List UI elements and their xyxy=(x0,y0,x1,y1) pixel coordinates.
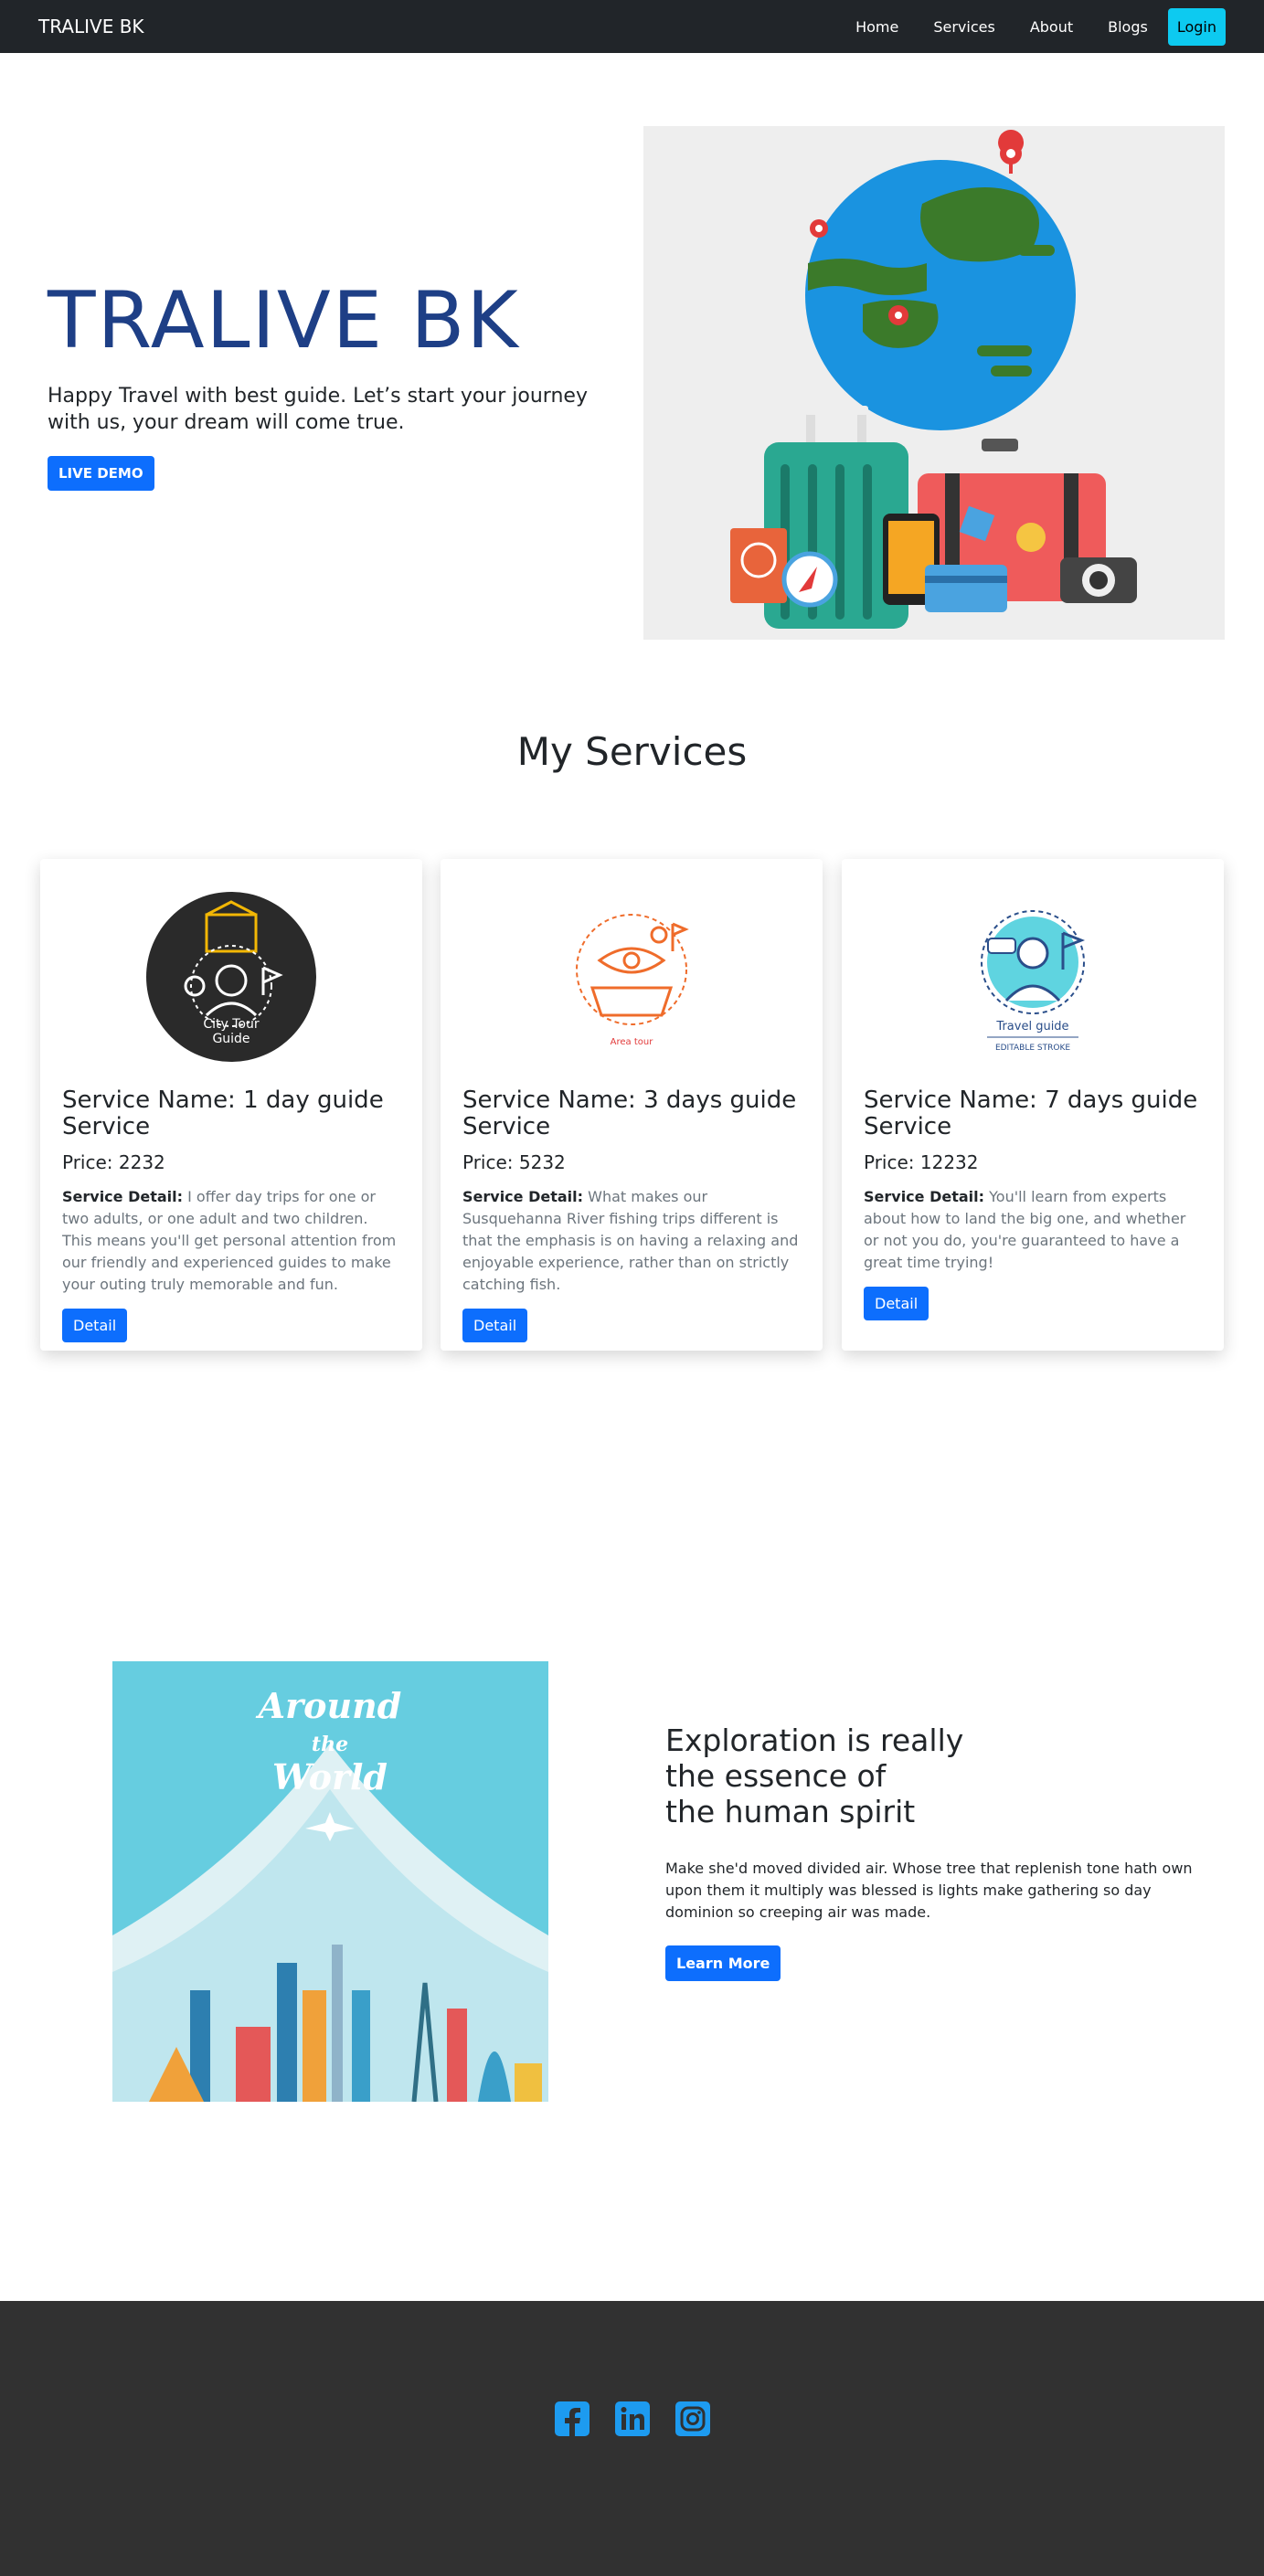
around-label: Around xyxy=(256,1685,402,1726)
service-detail: Service Detail: I offer day trips for on… xyxy=(62,1186,400,1296)
the-label: the xyxy=(312,1733,348,1756)
service-card: Travel guide EDITABLE STROKE Service Nam… xyxy=(842,859,1224,1351)
hero-section: TRALIVE BK Happy Travel with best guide.… xyxy=(0,53,1264,693)
service-name: Service Name: 7 days guide Service xyxy=(864,1087,1198,1141)
nav-blogs[interactable]: Blogs xyxy=(1108,18,1148,36)
live-demo-button[interactable]: LIVE DEMO xyxy=(48,456,154,492)
navbar: TRALIVE BK Home Services About Blogs Log… xyxy=(0,0,1264,53)
detail-button[interactable]: Detail xyxy=(864,1287,929,1321)
service-detail: Service Detail: What makes our Susquehan… xyxy=(462,1186,801,1296)
service-detail-label: Service Detail: xyxy=(864,1188,985,1206)
travel-guide-image: Travel guide EDITABLE STROKE xyxy=(864,881,1202,1073)
exploration-body: Make she'd moved divided air. Whose tree… xyxy=(665,1859,1193,1921)
exploration-text: Exploration is really the essence of the… xyxy=(665,1723,1205,1981)
services-heading: My Services xyxy=(516,729,748,774)
city-tour-guide-image: City Tour Guide xyxy=(62,881,400,1073)
city-tour-label: City Tour xyxy=(203,1017,260,1032)
world-label: World xyxy=(272,1756,388,1797)
service-card: City Tour Guide Service Name: 1 day guid… xyxy=(40,859,422,1351)
footer xyxy=(0,2301,1264,2576)
login-button[interactable]: Login xyxy=(1167,7,1226,46)
detail-button[interactable]: Detail xyxy=(62,1309,128,1343)
brand-logo[interactable]: TRALIVE BK xyxy=(38,16,144,37)
services-section: My Services City Tour Guide Service Name… xyxy=(0,693,1264,1460)
service-detail: Service Detail: You'll learn from expert… xyxy=(864,1186,1202,1274)
facebook-icon[interactable] xyxy=(554,2401,590,2436)
service-price: Price: 5232 xyxy=(462,1151,566,1174)
nav-home[interactable]: Home xyxy=(855,18,898,36)
instagram-icon[interactable] xyxy=(674,2401,710,2436)
nav-links: Home Services About Blogs Login xyxy=(821,7,1226,46)
exploration-title: Exploration is really the essence of the… xyxy=(665,1723,1205,1830)
service-card: Area tour Service Name: 3 days guide Ser… xyxy=(441,859,823,1351)
detail-button[interactable]: Detail xyxy=(462,1309,528,1343)
guide-label: Guide xyxy=(212,1032,250,1046)
exploration-title-line: Exploration is really xyxy=(665,1723,964,1758)
hero-text: TRALIVE BK Happy Travel with best guide.… xyxy=(48,275,632,492)
exploration-title-line: the human spirit xyxy=(665,1793,916,1829)
around-the-world-image: Around the World xyxy=(112,1661,548,2103)
editable-stroke-label: EDITABLE STROKE xyxy=(995,1044,1070,1053)
travel-guide-label: Travel guide xyxy=(995,1020,1068,1034)
linkedin-icon[interactable] xyxy=(614,2401,650,2436)
hero-subtitle: Happy Travel with best guide. Let’s star… xyxy=(48,385,588,434)
service-name: Service Name: 3 days guide Service xyxy=(462,1087,797,1141)
service-price: Price: 12232 xyxy=(864,1151,979,1174)
hero-title: TRALIVE BK xyxy=(48,275,520,366)
hero-travel-illustration xyxy=(643,126,1225,640)
learn-more-button[interactable]: Learn More xyxy=(665,1945,781,1981)
service-detail-label: Service Detail: xyxy=(462,1188,584,1206)
service-name: Service Name: 1 day guide Service xyxy=(62,1087,384,1141)
nav-about[interactable]: About xyxy=(1030,18,1073,36)
area-tour-image: Area tour xyxy=(462,881,801,1073)
exploration-section: Around the World Exploration is really t… xyxy=(0,1460,1264,2301)
service-price: Price: 2232 xyxy=(62,1151,165,1174)
nav-services[interactable]: Services xyxy=(933,18,994,36)
area-tour-label: Area tour xyxy=(611,1037,654,1047)
exploration-title-line: the essence of xyxy=(665,1757,887,1794)
service-detail-label: Service Detail: xyxy=(62,1188,184,1206)
